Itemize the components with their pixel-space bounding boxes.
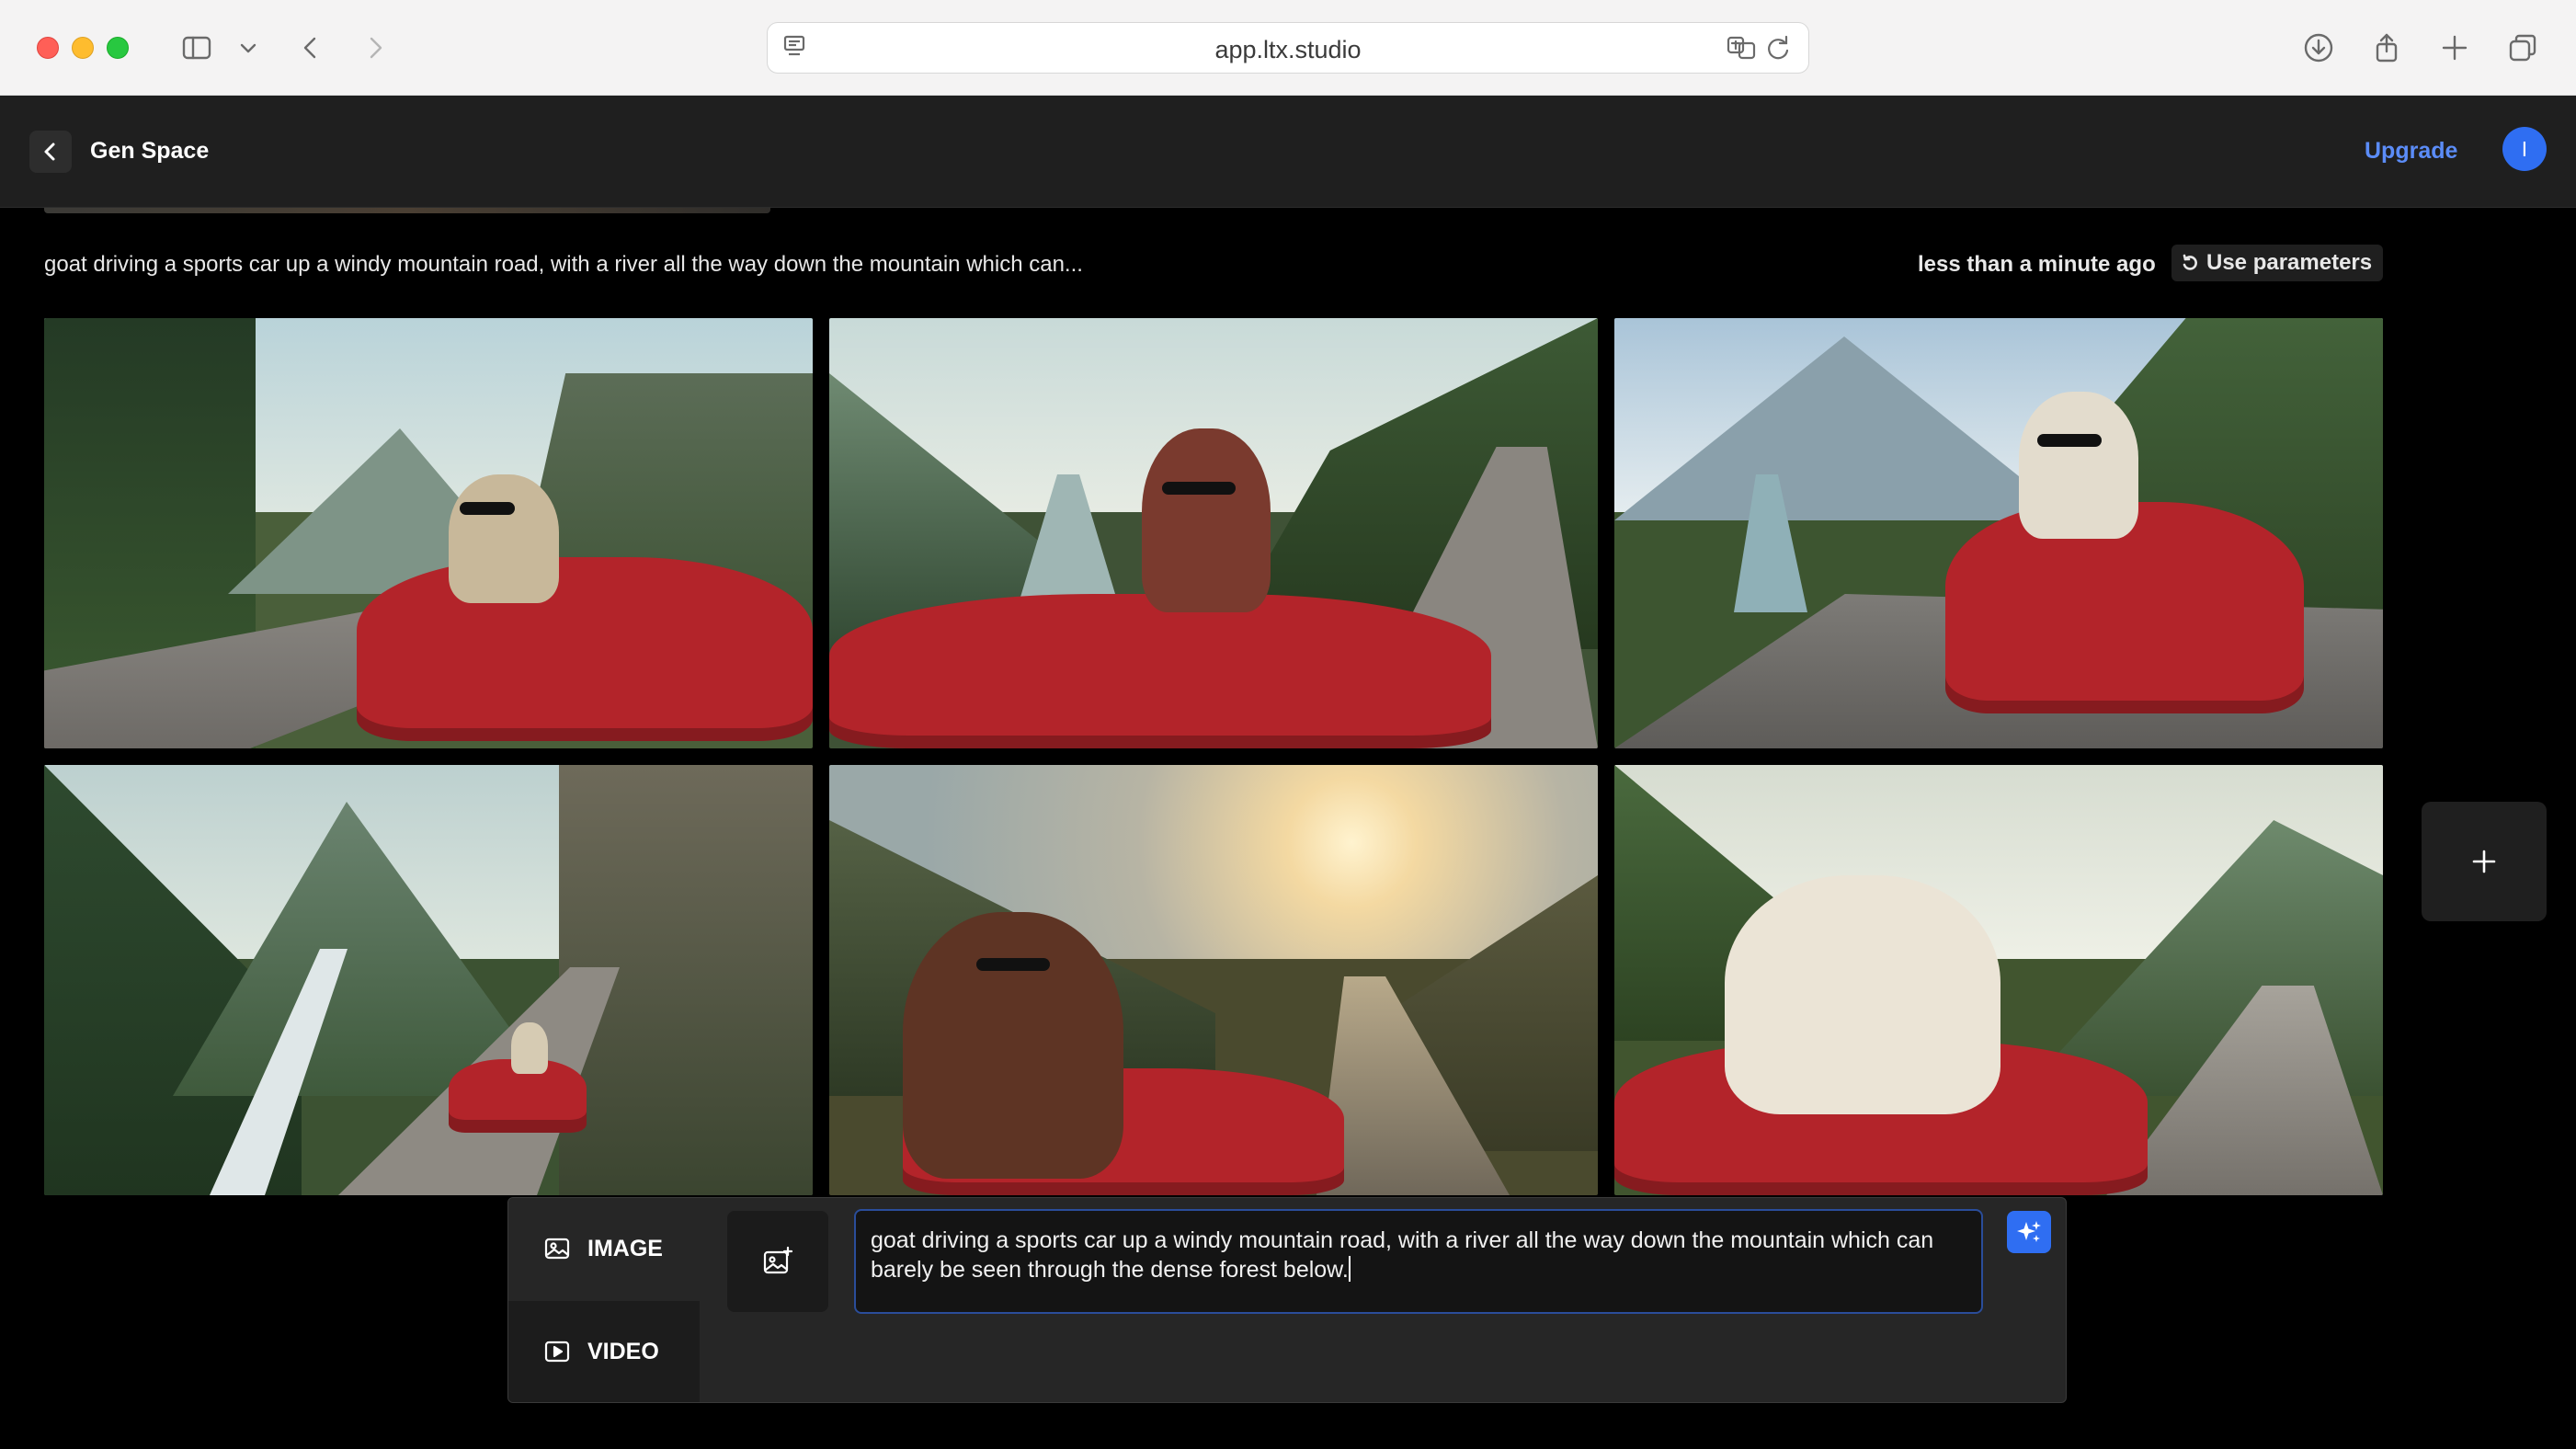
generation-prompt: goat driving a sports car up a windy mou… xyxy=(44,252,1083,277)
add-reference-image-button[interactable] xyxy=(727,1211,828,1312)
goat-image-3[interactable] xyxy=(1614,318,2383,748)
sidebar-toggle-icon[interactable] xyxy=(177,28,217,68)
sparkle-icon xyxy=(2017,1221,2041,1242)
close-window-button[interactable] xyxy=(37,37,59,59)
back-button[interactable] xyxy=(29,131,72,173)
prompt-composer: IMAGE VIDEO goat driving a sports car up… xyxy=(507,1197,2067,1403)
translate-icon[interactable] xyxy=(1726,32,1762,65)
share-icon[interactable] xyxy=(2366,28,2407,68)
address-bar[interactable]: app.ltx.studio xyxy=(767,22,1809,74)
prompt-input-text: goat driving a sports car up a windy mou… xyxy=(871,1227,1934,1283)
minimize-window-button[interactable] xyxy=(72,37,94,59)
zoom-window-button[interactable] xyxy=(107,37,129,59)
mode-video-tab[interactable]: VIDEO xyxy=(508,1301,700,1402)
prompt-input[interactable]: goat driving a sports car up a windy mou… xyxy=(854,1209,1983,1314)
use-parameters-label: Use parameters xyxy=(2206,250,2373,275)
add-image-icon xyxy=(763,1246,793,1274)
tab-overview-icon[interactable] xyxy=(2502,28,2543,68)
page-title: Gen Space xyxy=(90,138,210,164)
mode-video-label: VIDEO xyxy=(587,1338,659,1364)
image-icon xyxy=(544,1238,570,1260)
goat-image-5[interactable] xyxy=(829,765,1598,1195)
text-caret xyxy=(1348,1256,1351,1282)
refresh-icon xyxy=(2183,254,2197,270)
app-header: Gen Space Upgrade xyxy=(0,96,2576,208)
upgrade-link[interactable]: Upgrade xyxy=(2365,138,2457,165)
add-generation-button[interactable] xyxy=(2422,802,2547,921)
enhance-prompt-button[interactable] xyxy=(2007,1211,2051,1253)
forward-arrow-icon[interactable] xyxy=(355,28,395,68)
browser-toolbar: app.ltx.studio xyxy=(0,0,2576,96)
goat-image-6[interactable] xyxy=(1614,765,2383,1195)
video-icon xyxy=(544,1341,570,1363)
plus-icon xyxy=(2472,850,2496,873)
avatar[interactable]: I xyxy=(2502,127,2547,171)
mode-image-label: IMAGE xyxy=(587,1235,663,1261)
goat-image-4[interactable] xyxy=(44,765,813,1195)
url-text: app.ltx.studio xyxy=(1214,36,1362,63)
new-tab-icon[interactable] xyxy=(2434,28,2475,68)
goat-image-1[interactable] xyxy=(44,318,813,748)
back-arrow-icon[interactable] xyxy=(291,28,331,68)
use-parameters-button[interactable]: Use parameters xyxy=(2171,245,2384,281)
generation-timestamp: less than a minute ago xyxy=(1918,252,2156,277)
downloads-icon[interactable] xyxy=(2298,28,2339,68)
goat-image-2[interactable] xyxy=(829,318,1598,748)
mode-image-tab[interactable]: IMAGE xyxy=(508,1198,700,1299)
reload-icon[interactable] xyxy=(1762,32,1799,65)
previous-generation-thumbnail-edge xyxy=(44,208,770,213)
chevron-left-icon xyxy=(44,143,55,161)
chevron-down-icon[interactable] xyxy=(230,28,267,68)
